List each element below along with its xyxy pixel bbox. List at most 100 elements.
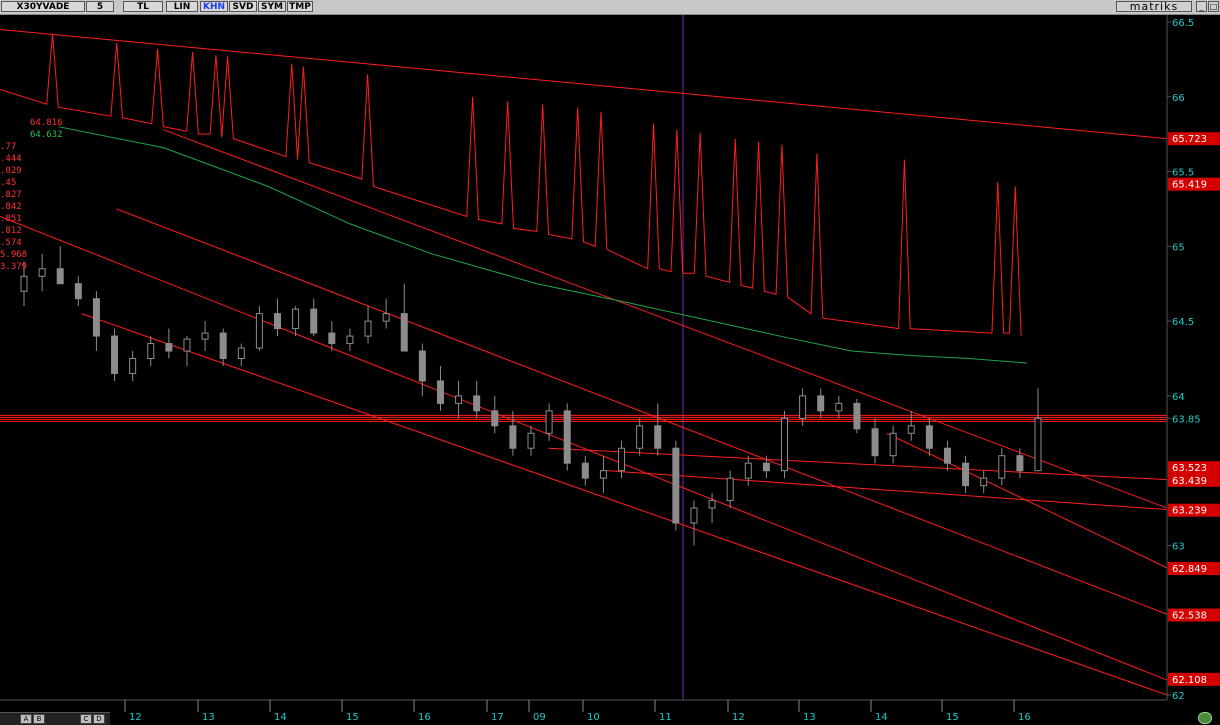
- candle-body: [907, 425, 915, 434]
- candle-body: [292, 308, 300, 330]
- symbol-selector[interactable]: X30YVADE: [1, 1, 85, 12]
- legend-item: 3.379: [0, 262, 28, 272]
- connection-status-icon[interactable]: [1198, 712, 1212, 724]
- candle-body: [364, 320, 372, 337]
- candle-body: [74, 283, 82, 300]
- candle-body: [436, 380, 444, 404]
- bottom-button-4[interactable]: D: [93, 714, 105, 724]
- x-tick-label: 14: [274, 712, 287, 723]
- candle-body: [726, 477, 734, 502]
- candle-body: [201, 332, 209, 340]
- matriks-logo: matriks: [1116, 1, 1192, 12]
- candle-body: [473, 395, 481, 412]
- candle-body: [418, 350, 426, 382]
- template-button[interactable]: TMP: [287, 1, 313, 12]
- candle-body: [527, 432, 535, 449]
- maximize-icon[interactable]: □: [1208, 1, 1219, 12]
- price-tag-label: 62.108: [1172, 675, 1207, 686]
- price-tag-label: 65.723: [1172, 134, 1207, 145]
- candle-body: [310, 308, 318, 334]
- svd-button[interactable]: SVD: [229, 1, 257, 12]
- legend-item: .45: [0, 178, 17, 188]
- candle-body: [762, 462, 770, 472]
- price-tag: 62.849: [1168, 562, 1220, 576]
- candle-body: [20, 275, 28, 292]
- period-button[interactable]: 5: [86, 1, 114, 12]
- candle-body: [1016, 455, 1024, 472]
- y-tick-label: 64: [1172, 392, 1185, 403]
- candle-body: [672, 447, 680, 524]
- price-chart[interactable]: 66.5 66 65.5 65 64.5 64 63.85 63 62 65.723 65.419 6…: [0, 0, 1220, 724]
- y-tick-label: 65.5: [1172, 168, 1194, 179]
- candle-body: [455, 395, 463, 404]
- candle-body: [835, 402, 843, 412]
- candle-body: [708, 500, 716, 509]
- y-tick-label: 66: [1172, 93, 1185, 104]
- currency-button[interactable]: TL: [123, 1, 163, 12]
- candle-body: [871, 428, 879, 457]
- candlestick-button[interactable]: KHN: [200, 1, 228, 12]
- candle-body: [853, 402, 861, 430]
- bottom-button-1[interactable]: A: [20, 714, 32, 724]
- candle-body: [111, 335, 119, 374]
- candle-body: [962, 462, 970, 487]
- legend-item: .574: [0, 238, 22, 248]
- candle-body: [943, 447, 951, 464]
- x-tick-label: 12: [129, 712, 142, 723]
- price-tag-label: 62.538: [1172, 611, 1207, 622]
- legend-item: .827: [0, 190, 22, 200]
- chart-toolbar: X30YVADE 5 TL LIN KHN SVD SYM TMP matrik…: [0, 0, 1220, 15]
- candle-body: [599, 470, 607, 479]
- symbol-button[interactable]: SYM: [258, 1, 286, 12]
- candle-body: [491, 410, 499, 427]
- legend-item: 64.816: [30, 118, 63, 128]
- candle: [111, 328, 119, 381]
- price-tag-label: 63.439: [1172, 476, 1207, 487]
- candle-body: [382, 313, 390, 322]
- legend-item: .812: [0, 226, 22, 236]
- candle-body: [92, 298, 100, 337]
- candle-body: [328, 332, 336, 345]
- x-tick-label: 17: [491, 712, 504, 723]
- y-tick-label: 66.5: [1172, 18, 1194, 29]
- candle: [563, 403, 571, 471]
- candle-body: [744, 462, 752, 479]
- price-tag: 63.239: [1168, 503, 1220, 517]
- price-tag: 65.723: [1168, 132, 1220, 146]
- price-tag-label: 63.239: [1172, 506, 1207, 517]
- price-tag: 63.439: [1168, 473, 1220, 487]
- chart-plot-area: [0, 0, 1220, 724]
- candle-body: [889, 432, 897, 457]
- y-tick-label: 63: [1172, 541, 1185, 552]
- x-tick-label: 13: [803, 712, 816, 723]
- y-tick-label: 63.85: [1172, 414, 1201, 425]
- candle-body: [1034, 417, 1042, 472]
- candle-body: [690, 507, 698, 524]
- candle-body: [274, 313, 281, 330]
- candle: [781, 410, 788, 479]
- y-tick-label: 62: [1172, 691, 1185, 702]
- candle-body: [581, 462, 589, 479]
- x-tick-label: 16: [418, 712, 431, 723]
- bottom-button-2[interactable]: B: [33, 714, 45, 724]
- y-tick-label: 64.5: [1172, 317, 1194, 328]
- legend-item: 5.968: [0, 250, 28, 260]
- price-tag: 65.419: [1168, 177, 1220, 191]
- price-tag-label: 65.419: [1172, 180, 1207, 191]
- y-tick-label: 65: [1172, 242, 1185, 253]
- indicator-legend: 64.816 64.632 .77 .444 .029 .45 .827 .842 .851 .8…: [0, 117, 63, 273]
- minimize-icon[interactable]: _: [1196, 1, 1207, 12]
- x-tick-label: 13: [202, 712, 215, 723]
- candle-body: [400, 313, 408, 352]
- candle-body: [183, 338, 191, 352]
- candle-body: [147, 343, 155, 359]
- candle-body: [545, 410, 553, 434]
- x-tick-label: 12: [732, 712, 745, 723]
- legend-item: .851: [0, 214, 22, 224]
- x-tick-label: 09: [533, 712, 546, 723]
- bottom-button-3[interactable]: C: [80, 714, 92, 724]
- line-chart-button[interactable]: LIN: [166, 1, 198, 12]
- chart-background: [0, 0, 1220, 724]
- candle: [672, 440, 680, 531]
- x-tick-label: 16: [1018, 712, 1031, 723]
